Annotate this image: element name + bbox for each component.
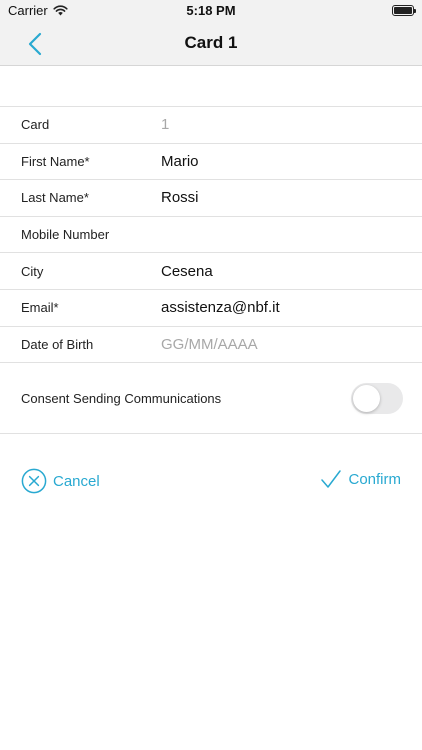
- field-label: Card: [21, 117, 50, 133]
- cancel-button[interactable]: Cancel: [21, 468, 100, 494]
- form-row-date-of-birth[interactable]: Date of Birth GG/MM/AAAA: [0, 327, 422, 364]
- form-row-last-name[interactable]: Last Name* Rossi: [0, 180, 422, 217]
- card-form: Card 1 First Name* Mario Last Name* Ross…: [0, 106, 422, 364]
- toggle-knob: [353, 385, 380, 412]
- field-label: First Name*: [21, 153, 90, 169]
- first-name-field[interactable]: Mario: [161, 153, 199, 170]
- field-label: Mobile Number: [21, 227, 110, 243]
- form-row-first-name[interactable]: First Name* Mario: [0, 144, 422, 181]
- form-row-mobile[interactable]: Mobile Number: [0, 217, 422, 254]
- status-time: 5:18 PM: [186, 3, 236, 18]
- checkmark-icon: [321, 470, 342, 488]
- last-name-field[interactable]: Rossi: [161, 189, 199, 206]
- consent-label: Consent Sending Communications: [21, 391, 222, 406]
- status-bar: Carrier 5:18 PM: [0, 0, 422, 22]
- card-number-value: 1: [161, 116, 170, 134]
- form-row-card: Card 1: [0, 107, 422, 144]
- action-bar: Cancel Confirm: [0, 464, 422, 498]
- date-of-birth-field[interactable]: GG/MM/AAAA: [161, 336, 258, 353]
- field-label: Last Name*: [21, 190, 89, 206]
- page-title: Card 1: [184, 33, 238, 52]
- cancel-label: Cancel: [53, 472, 100, 490]
- close-circle-icon: [21, 468, 47, 494]
- field-label: Date of Birth: [21, 336, 94, 352]
- navigation-bar: Card 1: [0, 22, 422, 66]
- city-field[interactable]: Cesena: [161, 263, 213, 280]
- form-row-email[interactable]: Email* assistenza@nbf.it: [0, 290, 422, 327]
- consent-toggle[interactable]: [351, 383, 403, 414]
- confirm-label: Confirm: [348, 470, 401, 488]
- confirm-button[interactable]: Confirm: [320, 468, 401, 490]
- battery-icon: [392, 5, 416, 16]
- email-field[interactable]: assistenza@nbf.it: [161, 299, 280, 316]
- form-row-city[interactable]: City Cesena: [0, 253, 422, 290]
- consent-row: Consent Sending Communications: [0, 363, 422, 434]
- field-label: Email*: [21, 300, 59, 316]
- field-label: City: [21, 263, 44, 279]
